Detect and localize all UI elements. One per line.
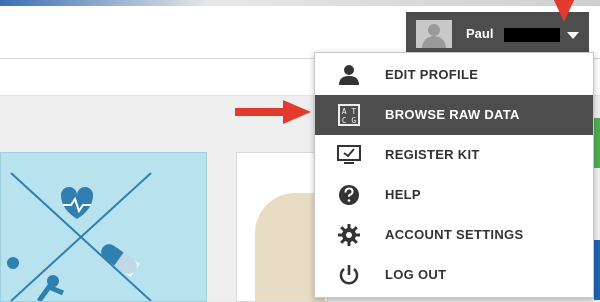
red-arrow-down-annotation bbox=[552, 0, 576, 22]
menu-item-label: REGISTER KIT bbox=[385, 147, 480, 162]
health-card-image[interactable] bbox=[0, 152, 207, 302]
partial-blue-element bbox=[594, 240, 600, 300]
redacted-surname bbox=[504, 28, 560, 42]
power-icon bbox=[335, 263, 363, 287]
menu-item-browse-raw-data[interactable]: A T C G BROWSE RAW DATA bbox=[315, 95, 593, 135]
menu-item-label: EDIT PROFILE bbox=[385, 67, 479, 82]
menu-item-log-out[interactable]: LOG OUT bbox=[315, 255, 593, 295]
dna-letters-icon: A T C G bbox=[335, 103, 363, 127]
question-icon bbox=[335, 183, 363, 207]
monitor-check-icon bbox=[335, 143, 363, 167]
menu-item-edit-profile[interactable]: EDIT PROFILE bbox=[315, 55, 593, 95]
menu-item-help[interactable]: HELP bbox=[315, 175, 593, 215]
gear-icon bbox=[335, 223, 363, 247]
menu-item-account-settings[interactable]: ACCOUNT SETTINGS bbox=[315, 215, 593, 255]
user-name: Paul bbox=[466, 26, 494, 41]
menu-item-register-kit[interactable]: REGISTER KIT bbox=[315, 135, 593, 175]
avatar-head bbox=[428, 24, 440, 36]
avatar bbox=[416, 20, 452, 48]
health-icons-illustration bbox=[7, 172, 152, 301]
user-dropdown-menu: EDIT PROFILE A T C G BROWSE RAW DATA REG… bbox=[314, 52, 594, 298]
dna-glyph-top: A T bbox=[341, 107, 357, 116]
menu-item-label: HELP bbox=[385, 187, 421, 202]
menu-item-label: ACCOUNT SETTINGS bbox=[385, 227, 524, 242]
menu-item-label: BROWSE RAW DATA bbox=[385, 107, 520, 122]
menu-item-label: LOG OUT bbox=[385, 267, 447, 282]
chevron-down-icon[interactable] bbox=[567, 32, 579, 39]
person-icon bbox=[335, 63, 363, 87]
avatar-body bbox=[422, 36, 446, 48]
red-arrow-right-annotation bbox=[235, 100, 311, 124]
dna-glyph-bottom: C G bbox=[341, 116, 357, 125]
person-figure-icon bbox=[7, 257, 19, 269]
